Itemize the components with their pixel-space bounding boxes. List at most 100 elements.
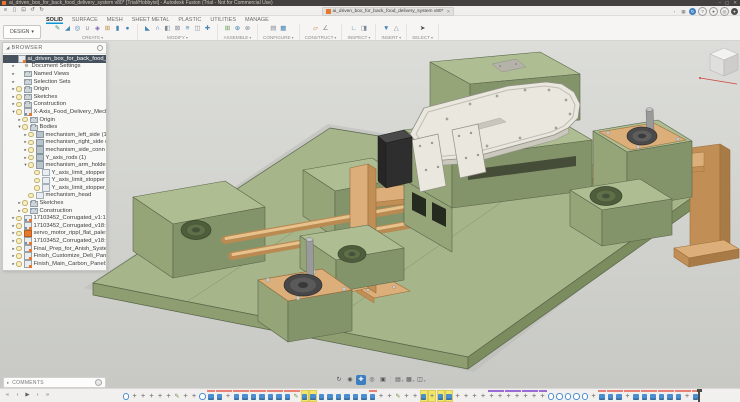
box-primitive-icon[interactable]: ⊞	[103, 24, 112, 33]
visibility-bulb-icon[interactable]	[22, 124, 28, 130]
comments-expand-icon[interactable]: ▸	[7, 380, 9, 386]
select-dropdown[interactable]: SELECT▾	[412, 35, 433, 40]
timeline-feature-component-feature[interactable]	[658, 390, 666, 402]
visibility-bulb-icon[interactable]	[22, 208, 28, 214]
look-at-icon[interactable]: ◉	[345, 375, 355, 385]
timeline-feature-component-feature[interactable]	[301, 390, 309, 402]
timeline-feature-component-feature[interactable]	[675, 390, 683, 402]
visibility-bulb-icon[interactable]	[16, 238, 22, 244]
browser-item[interactable]: ▸Y_axis_rods (1)	[3, 154, 106, 162]
visibility-bulb-icon[interactable]	[28, 193, 34, 199]
go-to-end-button[interactable]: »	[43, 390, 52, 401]
revolve-icon[interactable]: ◎	[73, 24, 82, 33]
visibility-bulb-icon[interactable]	[16, 261, 22, 267]
visibility-bulb-icon[interactable]	[22, 200, 28, 206]
timeline-feature-joint-or-feature[interactable]: +	[386, 390, 394, 402]
step-forward-button[interactable]: ›	[33, 390, 42, 401]
browser-item[interactable]: ▸Finish_Customize_Deli_Panel:1	[3, 252, 106, 260]
timeline-feature-component-feature[interactable]	[369, 390, 377, 402]
timeline-feature-component-feature[interactable]	[343, 390, 351, 402]
timeline-feature-component-feature[interactable]	[267, 390, 275, 402]
timeline-feature-sketch-feature[interactable]: ✎	[292, 390, 300, 402]
timeline-feature-joint-or-feature[interactable]: +	[454, 390, 462, 402]
timeline-feature-component-feature[interactable]	[420, 390, 428, 402]
timeline-feature-sketch-feature[interactable]: ✎	[173, 390, 181, 402]
new-component-icon[interactable]: ⊞	[223, 24, 232, 33]
construction-plane-icon[interactable]: ▱	[311, 24, 320, 33]
profile-avatar-icon[interactable]: ●	[731, 8, 738, 15]
visibility-bulb-icon[interactable]	[16, 109, 22, 115]
timeline-feature-component-feature[interactable]	[335, 390, 343, 402]
browser-item[interactable]: Y_axis_limit_stopper	[3, 169, 106, 177]
comments-bar[interactable]: ▸ COMMENTS	[3, 377, 106, 388]
timeline-feature-component-feature[interactable]	[326, 390, 334, 402]
expand-arrow-icon[interactable]: ▸	[11, 79, 16, 85]
loft-icon[interactable]: ◈	[93, 24, 102, 33]
split-body-icon[interactable]: ◫	[193, 24, 202, 33]
visibility-bulb-icon[interactable]	[22, 117, 28, 123]
configuration-icon[interactable]: ▤	[269, 24, 278, 33]
browser-item[interactable]: ▸Named Views	[3, 70, 106, 78]
visibility-bulb-icon[interactable]	[16, 102, 22, 108]
collapse-triangle-icon[interactable]: ◢	[6, 45, 9, 51]
visibility-bulb-icon[interactable]	[28, 155, 34, 161]
browser-item[interactable]: ▸Origin	[3, 116, 106, 124]
black-motor-body[interactable]	[378, 130, 412, 188]
extrude-icon[interactable]: ◢	[63, 24, 72, 33]
visibility-bulb-icon[interactable]	[28, 147, 34, 153]
fit-view-icon[interactable]: ▣	[378, 375, 388, 385]
step-back-button[interactable]: ‹	[13, 390, 22, 401]
assemble-dropdown[interactable]: ASSEMBLE▾	[224, 35, 252, 40]
browser-item[interactable]: mechanism_head	[3, 192, 106, 200]
timeline-feature-component-feature[interactable]	[607, 390, 615, 402]
expand-arrow-icon[interactable]: ▸	[11, 63, 16, 69]
browser-item[interactable]: ▸Origin	[3, 85, 106, 93]
timeline-position-marker[interactable]	[698, 389, 700, 402]
joint-icon[interactable]: ⊕	[233, 24, 242, 33]
timeline-feature-component-feature[interactable]	[241, 390, 249, 402]
window-controls[interactable]: –▢✕	[718, 0, 737, 6]
browser-header[interactable]: ◢ BROWSER	[3, 43, 106, 54]
sweep-icon[interactable]: ∪	[83, 24, 92, 33]
redo-icon[interactable]: ↻	[38, 7, 45, 14]
idler-pulley-left[interactable]	[181, 221, 211, 240]
display-settings-icon[interactable]: ▤▾	[393, 375, 403, 385]
browser-item[interactable]: ▸Sketches	[3, 199, 106, 207]
timeline-feature-joint-or-feature[interactable]: +	[479, 390, 487, 402]
timeline-feature-component-feature[interactable]	[309, 390, 317, 402]
visibility-bulb-icon[interactable]	[16, 246, 22, 252]
browser-item[interactable]: ▸mechanism_side_conn (1)	[3, 146, 106, 154]
orbit-icon[interactable]: ↻	[334, 375, 344, 385]
timeline-feature-component-feature[interactable]	[258, 390, 266, 402]
browser-item[interactable]: ▾mechanism_arm_holder (1)	[3, 161, 106, 169]
timeline-feature-component-feature[interactable]	[318, 390, 326, 402]
shell-icon[interactable]: ◧	[163, 24, 172, 33]
timeline-feature-joint-or-feature[interactable]: +	[224, 390, 232, 402]
timeline-feature-joint-or-feature[interactable]: +	[624, 390, 632, 402]
browser-item[interactable]: ▸⊛Document Settings	[3, 63, 106, 71]
workspace-switcher[interactable]: DESIGN ▾	[3, 25, 41, 39]
tab-surface[interactable]: SURFACE	[72, 16, 98, 24]
timeline-feature-joint-or-feature[interactable]: +	[377, 390, 385, 402]
browser-item[interactable]: ▸Construction	[3, 207, 106, 215]
timeline-feature-hole-or-circular-feature[interactable]	[564, 390, 572, 402]
undo-icon[interactable]: ↺	[29, 7, 36, 14]
help-icon[interactable]: ?	[698, 7, 707, 16]
browser-item[interactable]: ▸17103452_Corrugated_v1:1	[3, 214, 106, 222]
browser-item[interactable]: ▸17103452_Corrugated_v18:1	[3, 222, 106, 230]
visibility-bulb-icon[interactable]	[28, 140, 34, 146]
timeline-feature-component-feature[interactable]	[632, 390, 640, 402]
browser-item[interactable]: ▸17103452_Corrugated_v18:2	[3, 237, 106, 245]
configure-dropdown[interactable]: CONFIGURE▾	[263, 35, 294, 40]
timeline-feature-joint-or-feature[interactable]: +	[428, 390, 436, 402]
timeline-feature-component-feature[interactable]	[615, 390, 623, 402]
visibility-bulb-icon[interactable]	[34, 178, 40, 184]
zoom-icon[interactable]: ◎	[367, 375, 377, 385]
measure-icon[interactable]: ∟	[349, 24, 358, 33]
tab-sheet-metal[interactable]: SHEET METAL	[132, 16, 170, 24]
timeline-feature-hole-or-circular-feature[interactable]	[581, 390, 589, 402]
timeline-feature-component-feature[interactable]	[598, 390, 606, 402]
construct-dropdown[interactable]: CONSTRUCT▾	[305, 35, 337, 40]
timeline-feature-hole-or-circular-feature[interactable]	[573, 390, 581, 402]
insert-derive-icon[interactable]: ▼	[382, 24, 391, 33]
